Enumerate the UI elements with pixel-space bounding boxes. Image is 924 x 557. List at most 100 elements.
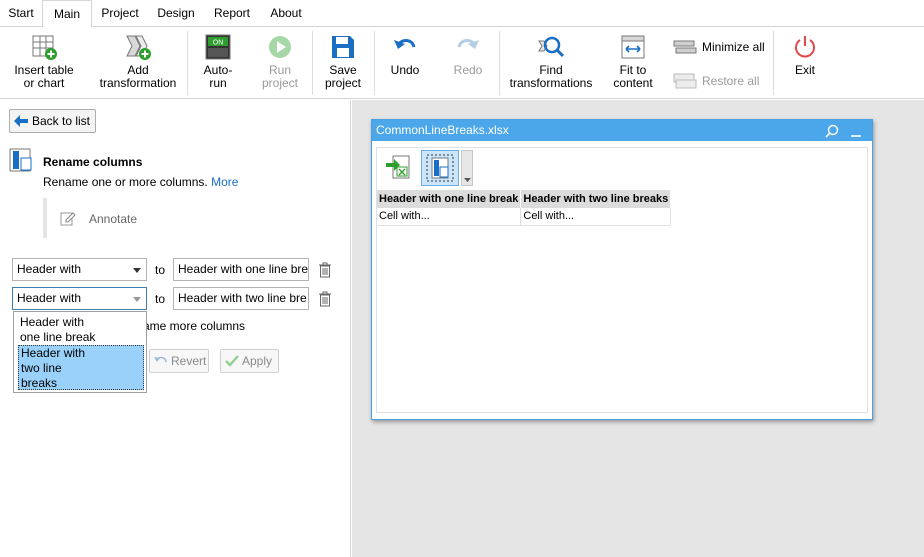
ribbon-separator [499,31,500,95]
table-row: Cell with... Cell with... [377,208,672,226]
zoom-icon[interactable] [825,124,839,138]
fit-to-content-icon [621,35,645,59]
tab-project[interactable]: Project [92,0,148,27]
tab-about[interactable]: About [260,0,312,27]
from-column-select-1[interactable]: Header with [12,258,147,281]
annotate-button[interactable]: Annotate [89,212,137,226]
column-header: Header with two line breaks [520,190,672,208]
table-plus-icon [32,35,57,60]
fit-to-content-button[interactable]: Fit to content [608,33,658,90]
apply-label: Apply [242,354,273,368]
from-column-dropdown: Header with one line break Header with t… [13,311,147,393]
tab-design[interactable]: Design [148,0,204,27]
save-project-label: Save project [324,63,362,90]
dropdown-option-2-line-1: Header with [21,346,86,360]
dropdown-option-2-line-3: breaks [21,376,58,390]
auto-run-badge: ON [213,40,224,47]
auto-run-button[interactable]: ON Auto- run [196,33,240,90]
annotate-bar [43,198,47,238]
to-label-1: to [155,263,166,277]
undo-icon [394,39,416,49]
from-column-value-1: Header with [17,262,82,276]
restore-all-icon [673,73,697,89]
auto-run-on-icon: ON [205,34,231,60]
minimize-icon[interactable] [849,124,863,138]
play-icon [269,36,291,58]
preview-window-title[interactable]: CommonLineBreaks.xlsx [372,120,872,141]
step-dropdown-toggle[interactable] [461,150,473,186]
undo-button[interactable]: Undo [384,33,426,77]
find-transformations-button[interactable]: Find transformations [507,33,595,90]
preview-table: Header with one line break Header with t… [377,190,672,226]
undo-label: Undo [390,63,420,77]
dropdown-option-1-line-2: one line break [20,330,96,344]
tab-main[interactable]: Main [42,0,92,28]
project-canvas: CommonLineBreaks.xlsx Header with one li… [352,100,924,557]
minimize-all-button[interactable]: Minimize all [673,37,768,57]
restore-all-button[interactable]: Restore all [673,71,768,91]
from-column-select-2[interactable]: Header with [12,287,147,310]
preview-content: Header with one line break Header with t… [376,147,868,413]
tab-report[interactable]: Report [204,0,260,27]
menu-bar: Start Main Project Design Report About [0,0,924,28]
exit-label: Exit [794,63,815,77]
redo-label: Redo [453,63,483,77]
dropdown-option-1[interactable]: Header with one line break [18,315,144,345]
magnifier-icon [538,36,565,58]
back-to-list-button[interactable]: Back to list [9,109,96,133]
run-project-button[interactable]: Run project [256,33,304,90]
to-label-2: to [155,292,166,306]
column-header: Header with one line break [377,190,522,208]
ribbon-separator [187,31,188,95]
chevron-down-icon [133,268,141,273]
apply-button[interactable]: Apply [220,349,279,373]
auto-run-label: Auto- run [203,63,233,90]
floppy-disk-icon [332,36,354,58]
panel-description-text: Rename one or more columns. [43,175,208,189]
table-preview-window[interactable]: CommonLineBreaks.xlsx Header with one li… [371,119,873,420]
power-icon [795,36,815,58]
transformation-plus-icon [126,35,151,60]
run-project-label: Run project [261,63,299,90]
rename-columns-icon [426,154,454,182]
table-header-row: Header with one line break Header with t… [377,190,672,208]
table-cell: Cell with... [377,208,522,226]
find-transformations-label: Find transformations [509,63,593,90]
fit-to-content-label: Fit to content [613,63,653,90]
dropdown-option-1-line-1: Header with [20,315,85,329]
preview-file-name: CommonLineBreaks.xlsx [376,123,509,137]
ribbon-separator [773,31,774,95]
rename-more-columns-link[interactable]: ame more columns [143,319,245,333]
pencil-icon [60,212,76,226]
panel-title: Rename columns [43,155,143,169]
trash-icon[interactable] [318,262,332,278]
add-transformation-button[interactable]: Add transformation [96,33,180,90]
redo-icon [457,39,479,49]
excel-import-icon[interactable] [385,153,411,181]
ribbon-toolbar: Insert table or chart Add transformation… [0,27,924,99]
tab-start[interactable]: Start [0,0,42,27]
insert-table-button[interactable]: Insert table or chart [8,33,80,90]
save-project-button[interactable]: Save project [320,33,366,90]
minimize-all-icon [673,40,697,54]
minimize-all-label: Minimize all [702,40,765,54]
panel-description: Rename one or more columns. More [43,175,238,189]
rename-columns-icon [9,148,32,172]
revert-label: Revert [171,354,207,368]
arrow-left-icon [14,115,28,127]
insert-table-label: Insert table or chart [14,63,74,90]
exit-button[interactable]: Exit [785,33,825,77]
redo-button[interactable]: Redo [447,33,489,77]
rename-step-node[interactable] [421,150,459,186]
dropdown-option-2[interactable]: Header with two line breaks [18,345,144,390]
chevron-down-icon [464,178,471,182]
new-name-input-1[interactable]: Header with one line bre [173,258,309,281]
more-link[interactable]: More [211,175,238,189]
revert-button[interactable]: Revert [149,349,209,373]
trash-icon[interactable] [318,291,332,307]
chevron-down-icon [133,297,141,302]
table-cell: Cell with... [520,208,672,226]
checkmark-icon [225,355,239,367]
new-name-input-2[interactable]: Header with two line bre [173,287,309,310]
revert-icon [154,356,167,363]
